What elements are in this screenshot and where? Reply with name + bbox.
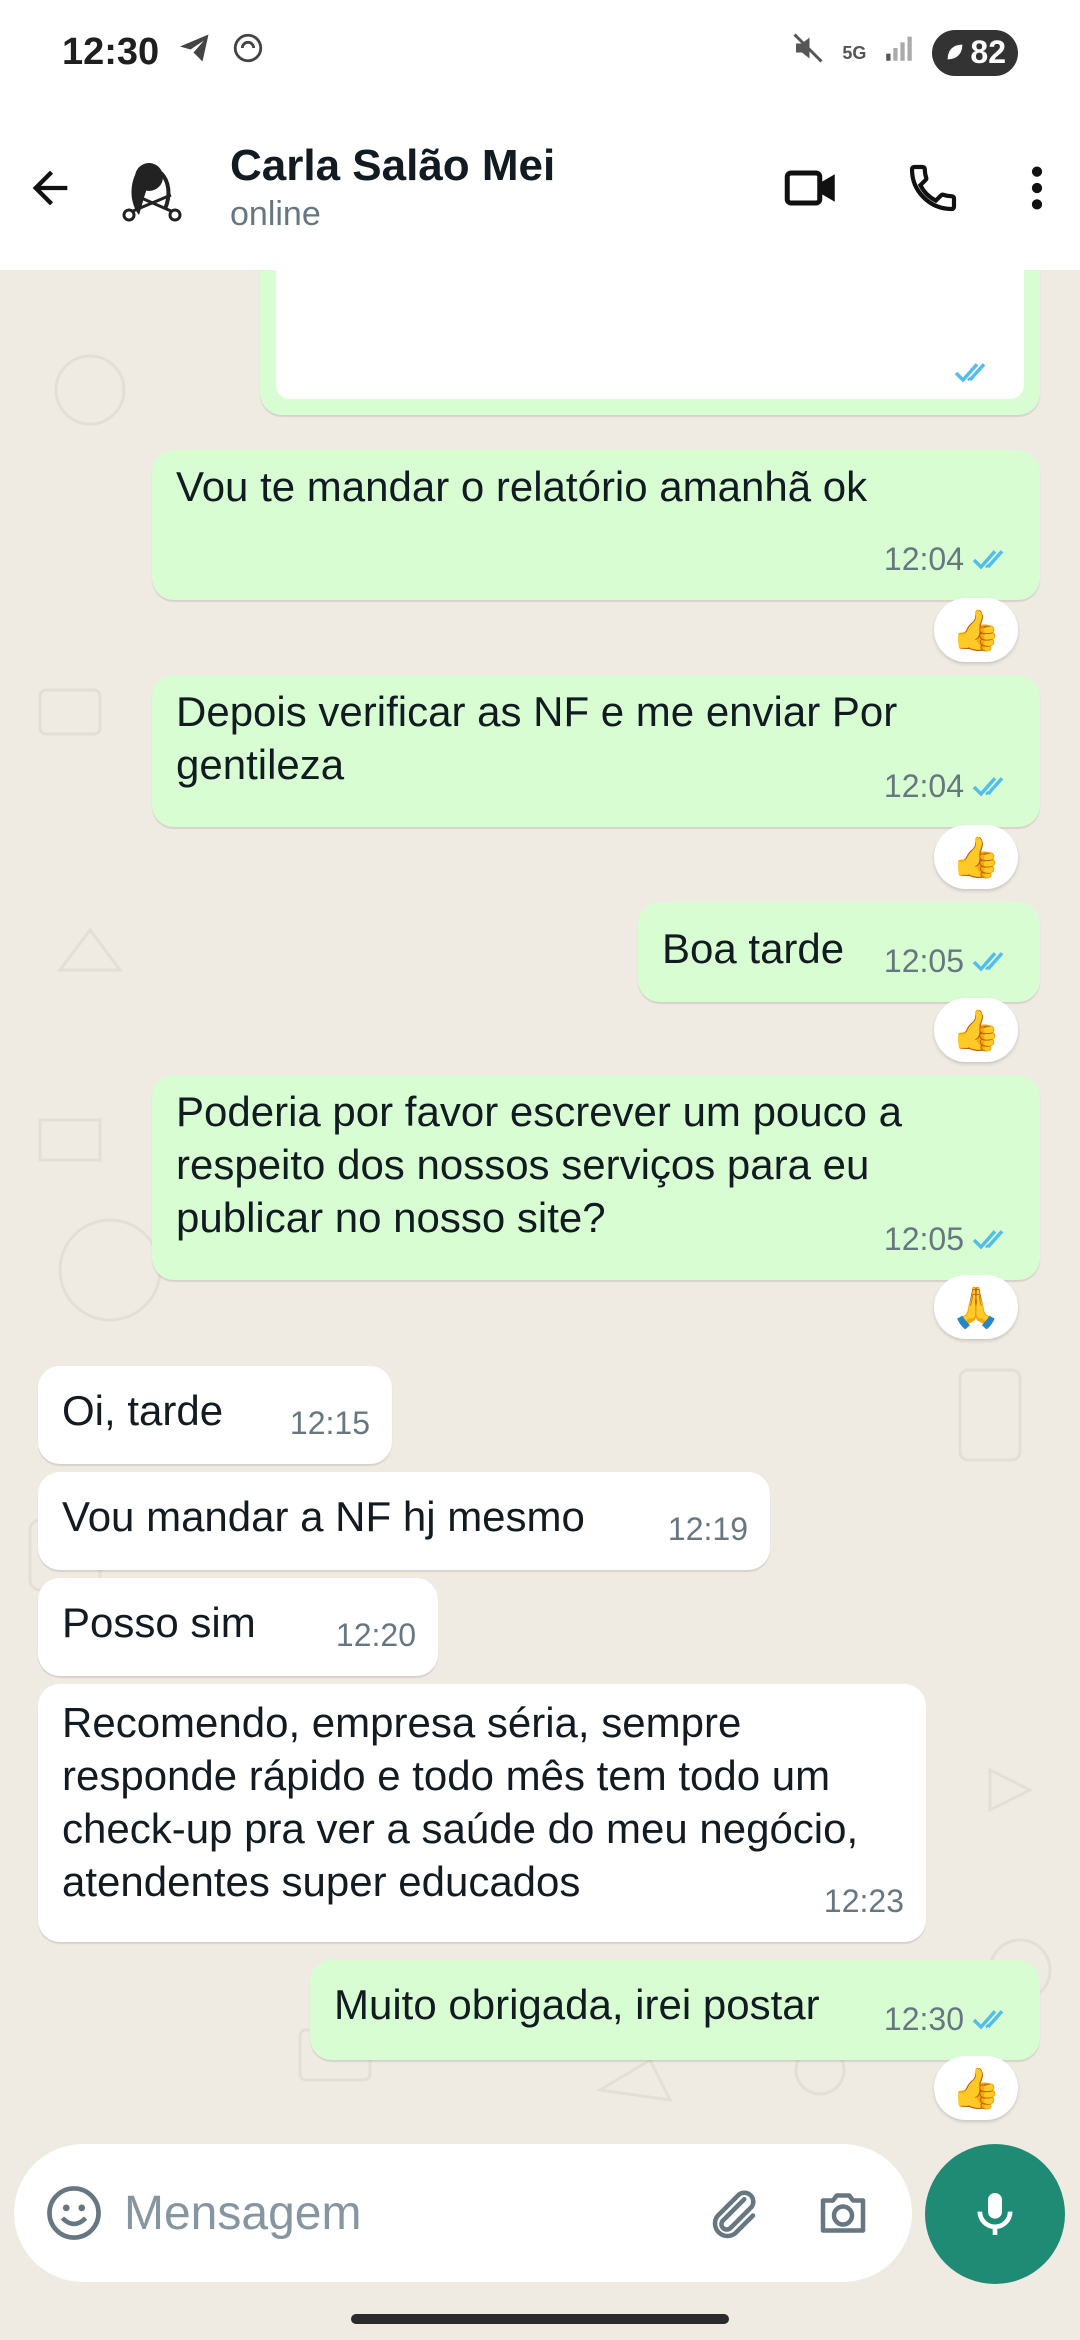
message-outgoing[interactable]: Boa tarde 12:05	[638, 902, 1040, 1002]
message-time: 12:05	[883, 943, 964, 979]
message-text: Recomendo, empresa séria, sempre respond…	[62, 1699, 859, 1905]
paperclip-icon	[712, 2190, 756, 2239]
message-time: 12:05	[883, 1221, 964, 1257]
voice-message-button[interactable]	[925, 2144, 1065, 2284]
message-meta: 12:20	[336, 1609, 416, 1662]
message-time: 12:19	[667, 1511, 748, 1547]
camera-icon	[820, 2193, 866, 2233]
double-check-icon	[972, 549, 1004, 570]
message-meta: 12:04	[884, 760, 1018, 813]
partial-media-preview	[276, 270, 1024, 399]
message-outgoing[interactable]: Depois verificar as NF e me enviar Por g…	[152, 675, 1040, 827]
arrow-back-icon	[32, 170, 68, 205]
more-options-button[interactable]	[994, 128, 1080, 248]
voice-call-button[interactable]	[872, 128, 994, 248]
battery-indicator: 82	[932, 29, 1018, 76]
double-check-icon	[972, 1229, 1004, 1250]
microphone-icon	[977, 2193, 1013, 2235]
message-outgoing[interactable]: Vou te mandar o relatório amanhã ok 12:0…	[152, 450, 1040, 600]
emoji-button[interactable]	[24, 2144, 124, 2282]
message-text: Vou te mandar o relatório amanhã ok	[176, 463, 868, 510]
folded-hands-icon: 🙏	[951, 1285, 1001, 1330]
contact-name: Carla Salão Mei	[230, 141, 556, 190]
network-type-label: 5G	[842, 42, 867, 63]
status-bar: 12:30 5G 82	[0, 0, 1080, 105]
double-check-icon	[954, 363, 986, 383]
status-time: 12:30	[62, 31, 160, 73]
salon-logo-icon	[122, 162, 182, 221]
phone-icon	[909, 164, 957, 211]
message-text: Vou mandar a NF hj mesmo	[62, 1493, 585, 1540]
double-check-icon	[972, 951, 1004, 972]
thumbs-up-icon: 👍	[951, 1008, 1001, 1053]
message-meta: 12:04	[884, 533, 1018, 586]
message-reaction[interactable]: 👍	[934, 998, 1018, 1062]
message-incoming[interactable]: Recomendo, empresa séria, sempre respond…	[38, 1684, 926, 1942]
signal-icon	[882, 31, 916, 75]
message-outgoing[interactable]: Muito obrigada, irei postar 12:30	[310, 1960, 1040, 2060]
message-time: 12:23	[823, 1883, 904, 1919]
partial-message-card[interactable]	[260, 270, 1040, 415]
more-vertical-icon	[1031, 166, 1043, 209]
message-incoming[interactable]: Oi, tarde 12:15	[38, 1366, 392, 1464]
message-reaction[interactable]: 🙏	[934, 1275, 1018, 1339]
attach-button[interactable]	[678, 2144, 788, 2282]
message-meta: 12:19	[668, 1503, 748, 1556]
message-incoming[interactable]: Posso sim 12:20	[38, 1578, 438, 1676]
message-incoming[interactable]: Vou mandar a NF hj mesmo 12:19	[38, 1472, 770, 1570]
battery-level: 82	[970, 34, 1006, 70]
telegram-icon	[177, 30, 213, 76]
message-reaction[interactable]: 👍	[934, 2056, 1018, 2120]
avatar[interactable]	[106, 141, 198, 234]
emoji-icon	[47, 2186, 101, 2240]
video-call-button[interactable]	[750, 128, 872, 248]
video-camera-icon	[784, 170, 835, 205]
chat-header: Carla Salão Mei online	[0, 105, 1080, 270]
double-check-icon	[972, 2009, 1004, 2030]
message-composer: Mensagem	[14, 2144, 912, 2282]
battery-leaf-icon	[944, 34, 966, 71]
back-button[interactable]	[0, 105, 100, 270]
thumbs-up-icon: 👍	[951, 2066, 1001, 2111]
message-time: 12:20	[335, 1617, 416, 1653]
message-meta: 12:30	[884, 1993, 1018, 2046]
message-outgoing[interactable]: Poderia por favor escrever um pouco a re…	[152, 1075, 1040, 1280]
contact-status: online	[230, 195, 321, 233]
message-meta: 12:05	[884, 1213, 1018, 1266]
contact-info[interactable]: Carla Salão Mei online	[230, 141, 555, 234]
read-receipt	[954, 359, 1000, 387]
camera-button[interactable]	[788, 2144, 898, 2282]
message-time: 12:30	[883, 2001, 964, 2037]
home-indicator[interactable]	[351, 2314, 729, 2324]
double-check-icon	[972, 776, 1004, 797]
message-reaction[interactable]: 👍	[934, 825, 1018, 889]
message-meta: 12:23	[824, 1875, 904, 1928]
message-meta: 12:05	[884, 935, 1018, 988]
chat-area[interactable]: Vou te mandar o relatório amanhã ok 12:0…	[0, 270, 1080, 2140]
message-input[interactable]: Mensagem	[124, 2186, 678, 2241]
message-reaction[interactable]: 👍	[934, 598, 1018, 662]
mute-icon	[790, 30, 826, 76]
thumbs-up-icon: 👍	[951, 608, 1001, 653]
message-meta: 12:15	[290, 1397, 370, 1450]
app-notification-icon	[231, 31, 265, 75]
thumbs-up-icon: 👍	[951, 835, 1001, 880]
message-time: 12:04	[883, 541, 964, 577]
message-time: 12:15	[289, 1405, 370, 1441]
message-time: 12:04	[883, 768, 964, 804]
